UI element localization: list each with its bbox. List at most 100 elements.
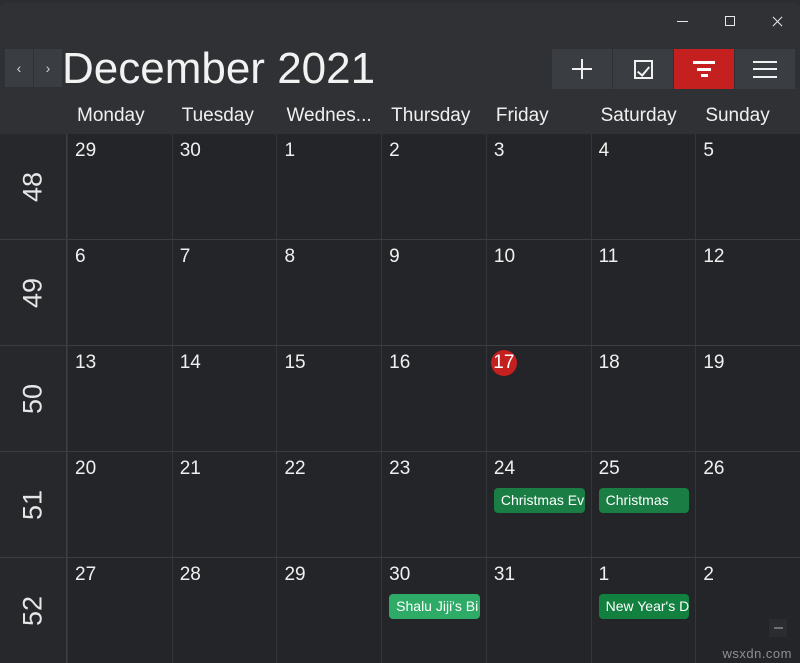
resize-grip[interactable] <box>769 619 787 637</box>
day-cell[interactable]: 17 <box>485 346 591 451</box>
week-row: 51 20 21 22 23 24 Christmas Ev 25 Christmas 26 <box>0 451 800 557</box>
day-number: 3 <box>493 140 505 161</box>
week-row: 50 13 14 15 16 17 18 19 <box>0 345 800 451</box>
day-cell[interactable]: 2 <box>381 134 486 239</box>
close-button[interactable] <box>753 3 800 39</box>
day-cell[interactable]: 19 <box>695 346 800 451</box>
day-cell[interactable]: 20 <box>67 452 172 557</box>
filter-icon <box>693 61 715 77</box>
hamburger-menu-icon <box>753 60 777 78</box>
weekday-header-monday: Monday <box>77 105 145 126</box>
close-icon <box>771 15 783 27</box>
month-navigation: ‹ › <box>5 49 62 87</box>
event-chip[interactable]: Shalu Jiji's Bi <box>389 594 480 619</box>
day-cell[interactable]: 15 <box>276 346 382 451</box>
maximize-icon <box>724 16 735 26</box>
day-cell[interactable]: 5 <box>695 134 800 239</box>
day-cell[interactable]: 6 <box>67 240 172 345</box>
day-cell[interactable]: 3 <box>485 134 591 239</box>
day-cell[interactable]: 10 <box>485 240 591 345</box>
day-number: 6 <box>75 246 86 267</box>
week-number-label: 49 <box>17 277 48 308</box>
new-event-button[interactable] <box>552 49 612 89</box>
week-row: 52 27 28 29 30 Shalu Jiji's Bi 31 1 New Year's D… <box>0 557 800 663</box>
day-cell[interactable]: 7 <box>171 240 277 345</box>
weekday-header-wednesday: Wednes... <box>286 105 372 126</box>
day-cell[interactable]: 29 <box>67 134 172 239</box>
chevron-left-icon: ‹ <box>16 60 22 76</box>
day-cell[interactable]: 1 New Year's D <box>590 558 696 663</box>
day-cell[interactable]: 28 <box>171 558 277 663</box>
week-number-cell[interactable]: 52 <box>0 558 67 663</box>
tasks-button[interactable] <box>613 49 673 89</box>
day-cell[interactable]: 23 <box>381 452 486 557</box>
event-list: Shalu Jiji's Bi <box>389 594 480 619</box>
week-number-header <box>0 97 67 134</box>
day-number: 4 <box>598 140 610 161</box>
day-cell[interactable]: 1 <box>276 134 382 239</box>
minimize-icon <box>677 20 688 22</box>
calendar-window: ‹ › December 2021 Monday Tuesday Wednes.… <box>0 3 800 663</box>
weekday-header-saturday: Saturday <box>600 105 677 126</box>
day-number: 13 <box>75 352 97 373</box>
event-chip[interactable]: New Year's D <box>598 594 690 619</box>
day-cell[interactable]: 27 <box>67 558 172 663</box>
day-number: 23 <box>389 458 411 479</box>
day-cell[interactable]: 31 <box>485 558 591 663</box>
calendar-app: ‹ › December 2021 Monday Tuesday Wednes.… <box>0 0 800 663</box>
menu-button[interactable] <box>735 49 795 89</box>
day-number: 26 <box>703 458 725 479</box>
day-cell[interactable]: 25 Christmas <box>590 452 696 557</box>
day-number: 29 <box>284 564 306 585</box>
day-number: 7 <box>179 246 191 267</box>
day-number: 31 <box>493 564 516 585</box>
event-list: New Year's D <box>598 594 690 619</box>
day-number: 30 <box>179 140 201 161</box>
day-cell[interactable]: 9 <box>381 240 486 345</box>
day-cell[interactable]: 29 <box>276 558 382 663</box>
month-grid: 48 29 30 1 2 3 4 5 49 6 7 8 9 10 11 12 50 13 14 15 16 17 18 19 5… <box>0 134 800 663</box>
maximize-button[interactable] <box>706 3 753 39</box>
day-number: 14 <box>179 352 201 373</box>
event-chip[interactable]: Christmas Ev <box>493 488 585 513</box>
event-list: Christmas <box>598 488 690 513</box>
day-cell[interactable]: 21 <box>171 452 277 557</box>
day-cell[interactable]: 12 <box>695 240 800 345</box>
week-number-label: 50 <box>17 383 48 414</box>
day-number: 1 <box>284 140 296 161</box>
day-number-today: 17 <box>490 350 517 376</box>
day-number: 16 <box>389 352 411 373</box>
weekday-header-row: Monday Tuesday Wednes... Thursday Friday… <box>0 97 800 134</box>
week-number-cell[interactable]: 50 <box>0 346 67 451</box>
filter-button[interactable] <box>674 49 734 89</box>
week-number-cell[interactable]: 49 <box>0 240 67 345</box>
event-chip[interactable]: Christmas <box>598 488 690 513</box>
day-cell[interactable]: 18 <box>590 346 696 451</box>
weekday-header-sunday: Sunday <box>705 105 770 126</box>
minimize-button[interactable] <box>659 3 706 39</box>
day-cell[interactable]: 16 <box>381 346 486 451</box>
day-cell[interactable]: 14 <box>171 346 277 451</box>
week-number-cell[interactable]: 48 <box>0 134 67 239</box>
week-row: 49 6 7 8 9 10 11 12 <box>0 239 800 345</box>
day-number: 11 <box>598 246 619 267</box>
previous-month-button[interactable]: ‹ <box>5 49 33 87</box>
day-cell[interactable]: 30 <box>171 134 277 239</box>
day-cell[interactable]: 26 <box>695 452 800 557</box>
day-number: 12 <box>703 246 725 267</box>
day-cell[interactable]: 4 <box>590 134 696 239</box>
week-number-cell[interactable]: 51 <box>0 452 67 557</box>
day-number: 1 <box>598 564 610 585</box>
day-cell[interactable]: 11 <box>590 240 696 345</box>
week-number-label: 52 <box>17 595 48 626</box>
day-cell[interactable]: 24 Christmas Ev <box>485 452 591 557</box>
day-number: 8 <box>284 246 296 267</box>
watermark: wsxdn.com <box>722 646 792 661</box>
day-cell[interactable]: 30 Shalu Jiji's Bi <box>381 558 486 663</box>
day-cell[interactable]: 22 <box>276 452 382 557</box>
next-month-button[interactable]: › <box>34 49 62 87</box>
day-cell[interactable]: 8 <box>276 240 382 345</box>
event-list: Christmas Ev <box>493 488 585 513</box>
day-number: 21 <box>179 458 201 479</box>
day-cell[interactable]: 13 <box>67 346 172 451</box>
